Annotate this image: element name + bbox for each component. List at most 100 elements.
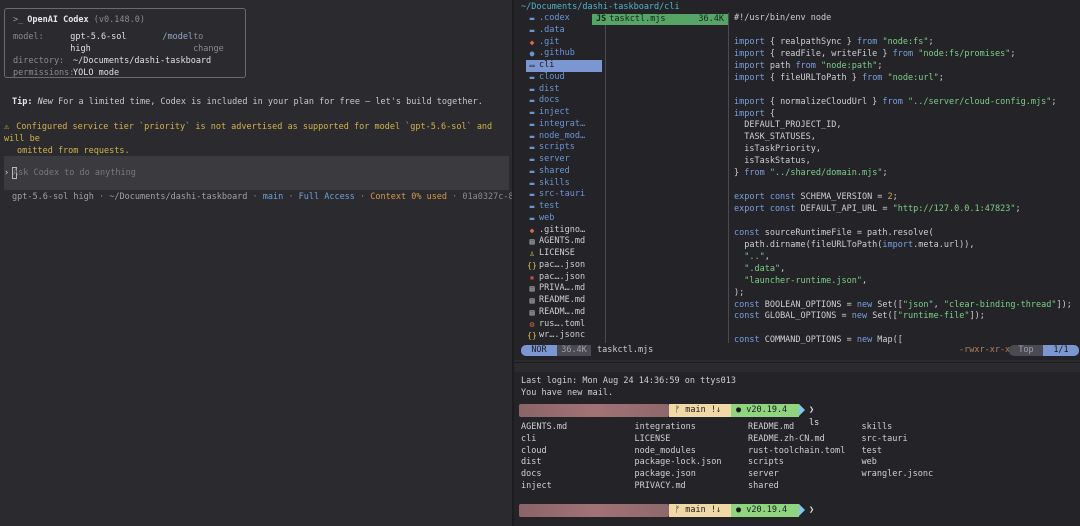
markdown-icon: ▤ xyxy=(529,284,535,294)
code-line: const sourceRuntimeFile = path.resolve( xyxy=(734,227,934,238)
folder-icon: ▬ xyxy=(529,202,535,211)
folder-icon: ▬ xyxy=(529,25,535,35)
cursor-position: 1/1 xyxy=(1043,345,1079,356)
tree-item-dir[interactable]: ▬ src-tauri xyxy=(526,189,602,201)
tree-item-label: server xyxy=(539,154,570,164)
tree-item-dir[interactable]: ▭ cli xyxy=(526,60,602,72)
buffer-tab-name: taskctl.mjs xyxy=(609,14,666,24)
file-tree: ▬ .codex ▬ .data ◆ .git ● .github ▭ cli ▬ cloud ▬ dis… xyxy=(526,13,602,342)
tree-item-dir[interactable]: ▬ scripts xyxy=(526,142,602,154)
tree-item-dir[interactable]: ▬ server xyxy=(526,154,602,166)
tree-item-dir[interactable]: ▬ test xyxy=(526,201,602,213)
codex-pane: >_ OpenAI Codex (v0.148.0) model: gpt-5.6… xyxy=(0,0,549,526)
buffer-tab-size: 36.4K xyxy=(698,14,724,24)
tree-item-dir[interactable]: ▬ skills xyxy=(526,178,602,190)
last-login-line: Last login: Mon Aug 24 14:36:59 on ttys0… xyxy=(521,376,736,386)
tree-item-dir[interactable]: ▬ shared xyxy=(526,166,602,178)
ls-entry: wrangler.jsonc xyxy=(861,469,934,480)
pane-divider-horizontal[interactable] xyxy=(514,362,1080,372)
tree-item-dir[interactable]: ▬ integrat… xyxy=(526,119,602,131)
code-line: import { xyxy=(734,108,775,119)
tree-item-dir[interactable]: ▬ inject xyxy=(526,107,602,119)
tree-item-file[interactable]: ▤ READM….md xyxy=(526,307,602,319)
model-command-hint: /model xyxy=(162,32,194,42)
mail-notice: You have new mail. xyxy=(521,388,614,398)
ls-entry: node_modules xyxy=(634,445,696,456)
tree-item-file[interactable]: ◆ .gitigno… xyxy=(526,225,602,237)
folder-icon: ▬ xyxy=(529,131,535,141)
code-line: import path from "node:path"; xyxy=(734,60,883,71)
folder-icon: ▬ xyxy=(529,84,535,94)
tree-item-file[interactable]: {} pac….json xyxy=(526,260,602,272)
tree-item-file[interactable]: ▤ PRIVA….md xyxy=(526,283,602,295)
model-hint-suffix: to change xyxy=(193,32,224,54)
tip-message: Tip: New For a limited time, Codex is in… xyxy=(12,97,483,107)
warning-message: ⚠ Configured service tier `priority` is … xyxy=(4,121,504,157)
tree-item-label: dist xyxy=(539,83,560,94)
editor-pane: ~/Documents/dashi-taskboard/cli ▬ .codex ▬… xyxy=(514,0,1080,360)
codex-version: (v0.148.0) xyxy=(93,15,145,25)
code-line: "..", xyxy=(734,251,770,262)
redacted-user-segment xyxy=(519,504,669,517)
tree-item-file[interactable]: ▤ README.md xyxy=(526,295,602,307)
ls-entry: skills xyxy=(861,422,893,432)
code-line: import { realpathSync } from "node:fs"; xyxy=(734,36,934,47)
tree-item-dir[interactable]: ● .github xyxy=(526,48,602,60)
tree-item-file[interactable]: ♙ LICENSE xyxy=(526,248,602,260)
ls-entry: rust-toolchain.toml xyxy=(748,445,846,456)
tree-separator xyxy=(605,13,606,343)
code-line: import { normalizeCloudUrl } from "../se… xyxy=(734,96,1057,107)
tree-item-file[interactable]: ▪ pac….json xyxy=(526,272,602,284)
tree-item-dir[interactable]: ▬ docs xyxy=(526,95,602,107)
markdown-icon: ▤ xyxy=(529,296,535,305)
code-buffer[interactable]: #!/usr/bin/env node import { realpathSyn… xyxy=(734,13,1074,347)
tree-item-dir[interactable]: ▬ dist xyxy=(526,84,602,96)
tree-item-label: web xyxy=(539,212,555,223)
ls-entry: cli xyxy=(521,433,537,444)
buffer-tab-active[interactable]: JS taskctl.mjs 36.4K xyxy=(592,14,728,25)
tree-item-label: integrat… xyxy=(539,118,586,129)
tree-item-file[interactable]: ⚙ rus….toml xyxy=(526,319,602,331)
ls-entry: package-lock.json xyxy=(634,457,722,468)
tree-item-dir[interactable]: ◆ .git xyxy=(526,37,602,49)
code-line: const GLOBAL_OPTIONS = new Set(["runtime… xyxy=(734,311,985,322)
git-file-icon: ◆ xyxy=(529,225,535,235)
json-icon: {} xyxy=(527,260,537,270)
file-permissions: -rwxr-xr-x xyxy=(959,345,1011,355)
markdown-icon: ▤ xyxy=(529,237,535,247)
ls-entry: test xyxy=(861,445,882,456)
status-access: Full Access xyxy=(298,192,355,202)
ls-entry: inject xyxy=(521,480,552,491)
folder-icon: ▬ xyxy=(529,96,535,106)
code-line: export const SCHEMA_VERSION = 2; xyxy=(734,192,898,203)
tree-item-label: .github xyxy=(539,48,575,59)
git-branch-segment: ᚠ main !↓ xyxy=(669,504,731,517)
code-line: import { fileURLToPath } from "node:url"… xyxy=(734,72,944,83)
tree-item-dir[interactable]: ▬ node_mod… xyxy=(526,131,602,143)
scroll-position: Top xyxy=(1009,345,1043,356)
tip-label: Tip: xyxy=(12,97,33,107)
tip-new-badge: New xyxy=(37,97,53,107)
codex-title: OpenAI Codex xyxy=(27,15,89,25)
code-line: ); xyxy=(734,287,745,298)
tree-item-label: rus….toml xyxy=(539,318,586,329)
model-key: model: xyxy=(13,32,44,42)
node-version-segment: ● v20.19.4 xyxy=(731,404,799,417)
prompt-segment-arrow xyxy=(799,504,805,516)
tree-item-dir[interactable]: ▬ .data xyxy=(526,25,602,37)
tree-item-file[interactable]: {} wr….jsonc xyxy=(526,330,602,342)
ls-entry: shared xyxy=(748,480,779,491)
tree-item-label: .data xyxy=(539,24,565,35)
folder-open-icon: ▭ xyxy=(529,61,535,70)
tree-item-dir[interactable]: ▬ web xyxy=(526,213,602,225)
redacted-user-segment xyxy=(519,404,669,417)
directory-value: ~/Documents/dashi-taskboard xyxy=(73,56,212,66)
tree-item-dir[interactable]: ▬ cloud xyxy=(526,72,602,84)
tree-item-dir[interactable]: ▬ .codex xyxy=(526,13,602,25)
tip-text: For a limited time, Codex is included in… xyxy=(52,97,483,107)
tree-item-file[interactable]: ▤ AGENTS.md xyxy=(526,236,602,248)
tree-item-label: test xyxy=(539,201,560,211)
composer-input[interactable]: › Ask Codex to do anything xyxy=(4,156,509,190)
shell-pane[interactable]: Last login: Mon Aug 24 14:36:59 on ttys0… xyxy=(514,372,1080,526)
